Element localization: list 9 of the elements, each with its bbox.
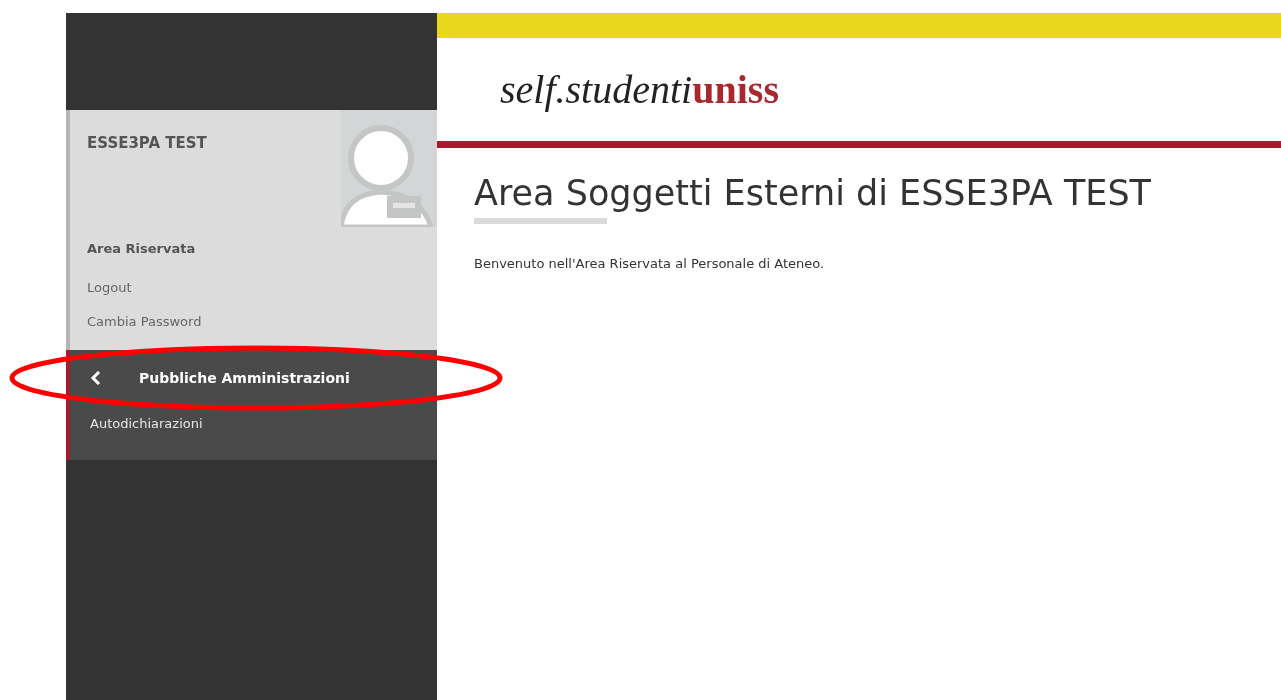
user-name: ESSE3PA TEST (87, 133, 208, 154)
page-title: Area Soggetti Esterni di ESSE3PA TEST (474, 172, 1152, 215)
account-link[interactable]: Cambia Password (87, 311, 202, 331)
menu-item[interactable]: Autodichiarazioni (70, 406, 437, 442)
section-title: Area Riservata (87, 239, 197, 258)
chevron-left-icon (90, 371, 102, 385)
intro-text: Benvenuto nell'Area Riservata al Personale di Ateneo. (474, 254, 826, 273)
site-logo: self.studentiuniss (500, 69, 779, 110)
account-link[interactable]: Logout (87, 278, 132, 298)
